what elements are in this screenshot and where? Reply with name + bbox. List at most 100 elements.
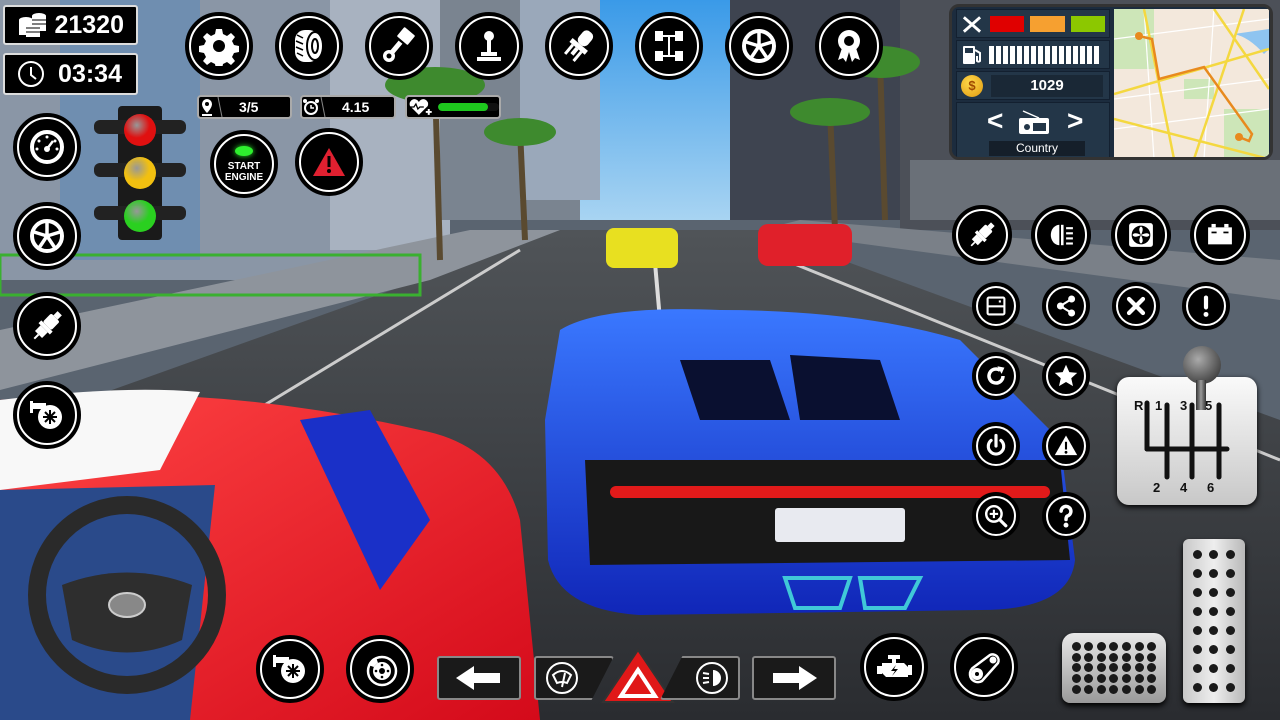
radio-prev-button[interactable]: < bbox=[987, 107, 1003, 135]
coins-value: 21320 bbox=[54, 10, 124, 39]
wheel-button[interactable] bbox=[725, 12, 793, 80]
rewards-button[interactable] bbox=[815, 12, 883, 80]
warning-button[interactable] bbox=[1042, 422, 1090, 470]
green-light bbox=[124, 200, 156, 232]
steering-wheel[interactable] bbox=[22, 490, 232, 700]
traffic-light bbox=[94, 106, 186, 240]
restart-button[interactable] bbox=[972, 352, 1020, 400]
turbo-boost-button[interactable] bbox=[256, 635, 324, 703]
pedal-grip-dot bbox=[1109, 663, 1119, 673]
bulb-button[interactable] bbox=[545, 12, 613, 80]
fuel-bar-segment bbox=[1045, 45, 1050, 64]
pedal-grip-dot bbox=[1226, 569, 1236, 578]
alert-button[interactable] bbox=[1182, 282, 1230, 330]
share-icon bbox=[1056, 295, 1076, 317]
brake-pedal[interactable] bbox=[1062, 633, 1166, 703]
pedal-grip-dot bbox=[1226, 664, 1236, 673]
pedal-grip-dot bbox=[1209, 683, 1219, 692]
speedometer-icon bbox=[30, 130, 64, 164]
favorite-button[interactable] bbox=[1042, 352, 1090, 400]
timing-belt-button[interactable] bbox=[950, 633, 1018, 701]
brake-disc-button[interactable] bbox=[346, 635, 414, 703]
gear-label-3: 3 bbox=[1180, 398, 1187, 413]
tire-icon bbox=[295, 30, 324, 62]
high-beam-icon bbox=[1050, 224, 1073, 246]
piston-icon bbox=[383, 27, 415, 62]
power-button[interactable] bbox=[972, 422, 1020, 470]
gear-stick-button[interactable] bbox=[455, 12, 523, 80]
left-turn-signal-button[interactable] bbox=[437, 656, 521, 700]
race-timer: 03:34 bbox=[3, 53, 138, 95]
gas-pedal[interactable] bbox=[1183, 539, 1245, 703]
gear-label-5: 5 bbox=[1205, 398, 1212, 413]
gear-shifter[interactable]: R 1 3 5 2 4 6 bbox=[1117, 377, 1257, 505]
fuel-bar-segment bbox=[989, 45, 994, 64]
spark-plug-button[interactable] bbox=[952, 205, 1012, 265]
radiator-fan-button[interactable] bbox=[1111, 205, 1171, 265]
chassis-button[interactable] bbox=[635, 12, 703, 80]
battery-button[interactable] bbox=[1190, 205, 1250, 265]
battery-icon bbox=[1208, 223, 1232, 245]
pedal-grip-dot bbox=[1192, 645, 1202, 654]
help-button[interactable] bbox=[1042, 492, 1090, 540]
hazard-alert-button[interactable] bbox=[295, 128, 363, 196]
headlights-button[interactable] bbox=[1031, 205, 1091, 265]
engine-diagnostics-button[interactable] bbox=[860, 633, 928, 701]
clock-icon bbox=[18, 61, 44, 87]
pedal-grip-dot bbox=[1226, 588, 1236, 597]
damage-segment-orange bbox=[1030, 15, 1065, 32]
bulb-icon bbox=[563, 30, 594, 62]
close-button[interactable] bbox=[1112, 282, 1160, 330]
share-button[interactable] bbox=[1042, 282, 1090, 330]
fuel-bar-segment bbox=[1038, 45, 1043, 64]
turbo-button[interactable] bbox=[13, 381, 81, 449]
engine-indicator-light bbox=[235, 145, 253, 156]
save-button[interactable] bbox=[972, 282, 1020, 330]
pedal-grip-dot bbox=[1192, 569, 1202, 578]
pedal-grip-dot bbox=[1109, 685, 1119, 695]
money-row: $ 1029 bbox=[956, 71, 1110, 100]
radio-icon bbox=[1019, 110, 1049, 134]
spark-plug-button[interactable] bbox=[13, 292, 81, 360]
tires-button[interactable] bbox=[275, 12, 343, 80]
gear-label-4: 4 bbox=[1180, 480, 1188, 495]
radio-next-button[interactable]: > bbox=[1067, 107, 1083, 135]
gear-label-r: R bbox=[1134, 398, 1144, 413]
zoom-button[interactable] bbox=[972, 492, 1020, 540]
turbo-icon bbox=[30, 401, 62, 429]
fuel-bar-segment bbox=[1031, 45, 1036, 64]
settings-button[interactable] bbox=[185, 12, 253, 80]
fuel-bar-segment bbox=[1094, 45, 1099, 64]
pedal-grip-dot bbox=[1122, 674, 1132, 684]
fuel-pump-icon bbox=[963, 45, 981, 64]
fuel-bar-segment bbox=[1073, 45, 1078, 64]
warning-triangle-icon bbox=[313, 148, 345, 176]
gear-icon bbox=[199, 29, 239, 66]
wheel-rim-icon bbox=[30, 219, 64, 253]
fuel-bar-segment bbox=[996, 45, 1001, 64]
pedal-grip-dot bbox=[1122, 652, 1132, 662]
pedal-grip-dot bbox=[1147, 641, 1157, 651]
rim-button[interactable] bbox=[13, 202, 81, 270]
right-turn-signal-button[interactable] bbox=[752, 656, 836, 700]
help-icon bbox=[1059, 504, 1073, 528]
speedometer-button[interactable] bbox=[13, 113, 81, 181]
pedal-grip-dot bbox=[1192, 588, 1202, 597]
pedal-grip-dot bbox=[1096, 641, 1106, 651]
radio-row: < > Country bbox=[956, 102, 1110, 157]
pedal-grip-dot bbox=[1122, 663, 1132, 673]
minimap[interactable] bbox=[1114, 9, 1269, 159]
pedal-grip-dot bbox=[1134, 663, 1144, 673]
start-engine-button[interactable]: START ENGINE bbox=[210, 130, 278, 198]
gear-label-1: 1 bbox=[1155, 398, 1162, 413]
gold-coin-icon: $ bbox=[961, 74, 983, 97]
coin-stack-icon bbox=[19, 13, 46, 37]
save-icon bbox=[986, 296, 1006, 316]
gear-knob[interactable] bbox=[1183, 346, 1221, 384]
engine-piston-button[interactable] bbox=[365, 12, 433, 80]
vehicle-status-panel: $ 1029 < > Country bbox=[949, 4, 1273, 160]
zoom-in-icon bbox=[984, 504, 1008, 528]
fuel-bar-segment bbox=[1024, 45, 1029, 64]
start-engine-label-line1: START bbox=[227, 160, 261, 172]
pedal-grip-dot bbox=[1192, 550, 1202, 559]
